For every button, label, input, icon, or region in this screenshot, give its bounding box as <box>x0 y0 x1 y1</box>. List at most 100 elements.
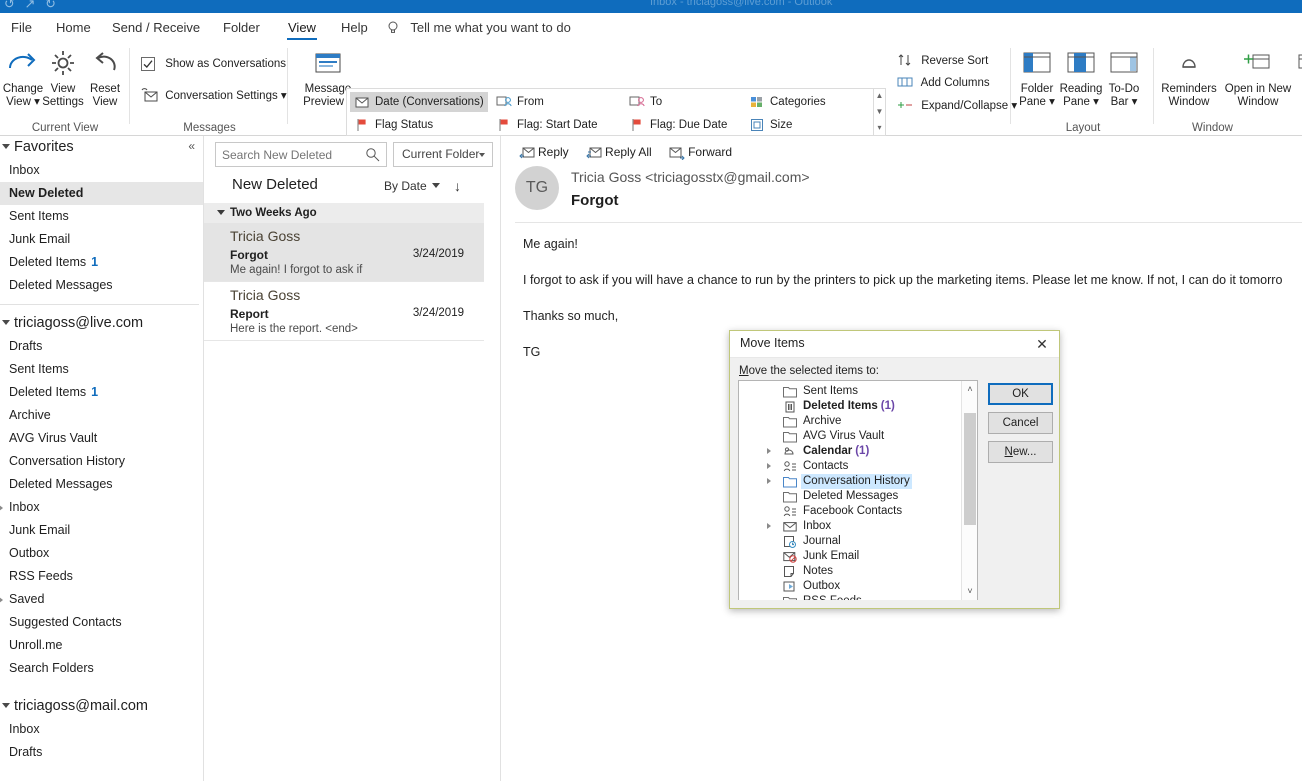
gallery-scroll-down-icon[interactable]: ▼ <box>874 105 885 121</box>
search-box[interactable] <box>215 142 387 167</box>
tree-horizontal-scrollbar[interactable] <box>738 600 978 604</box>
arrangement-gallery-scroll[interactable]: ▲ ▼ ▾ <box>874 88 886 136</box>
tab-send-receive[interactable]: Send / Receive <box>101 13 211 42</box>
folder-pane[interactable]: « Favorites Inbox New Deleted Sent Items… <box>0 136 204 781</box>
chevron-right-icon[interactable] <box>767 448 771 454</box>
tab-help[interactable]: Help <box>330 13 379 42</box>
tree-item-junk-email[interactable]: Junk Email <box>739 549 961 564</box>
sidebar-item-inbox-3[interactable]: Inbox <box>0 718 203 741</box>
scrollbar-thumb[interactable] <box>964 413 976 525</box>
scroll-up-icon[interactable]: ˄ <box>962 381 977 398</box>
ok-button[interactable]: OK <box>988 383 1053 405</box>
cancel-button[interactable]: Cancel <box>988 412 1053 434</box>
sidebar-section-favorites[interactable]: Favorites <box>0 136 203 159</box>
scroll-down-icon[interactable]: ˅ <box>962 583 977 600</box>
arrange-by-size[interactable]: Size <box>745 115 796 135</box>
tell-me-search[interactable]: Tell me what you want to do <box>386 13 571 42</box>
chevron-right-icon[interactable] <box>767 478 771 484</box>
sidebar-section-live-account[interactable]: triciagoss@live.com <box>0 312 203 335</box>
tree-item-contacts[interactable]: Contacts <box>739 459 961 474</box>
tree-item-calendar[interactable]: Calendar (1) <box>739 444 961 459</box>
sidebar-item-deleted-items[interactable]: Deleted Items 1 <box>0 251 203 274</box>
sidebar-item-avg-virus-vault[interactable]: AVG Virus Vault <box>0 427 203 450</box>
show-as-conversations-checkbox[interactable]: Show as Conversations <box>141 56 286 72</box>
tree-item-journal[interactable]: Journal <box>739 534 961 549</box>
sidebar-item-junk-email[interactable]: Junk Email <box>0 228 203 251</box>
sidebar-item-inbox[interactable]: Inbox <box>0 159 203 182</box>
arrange-by-date-conversations[interactable]: Date (Conversations) <box>350 92 488 112</box>
sidebar-item-new-deleted[interactable]: New Deleted <box>0 182 203 205</box>
sidebar-item-archive[interactable]: Archive <box>0 404 203 427</box>
reply-button[interactable]: Reply <box>519 145 569 162</box>
chevron-right-icon[interactable] <box>767 463 771 469</box>
reset-view-button[interactable]: Reset View <box>77 46 133 109</box>
tree-scrollbar[interactable]: ˄ ˅ <box>961 381 977 600</box>
sidebar-item-junk-email-2[interactable]: Junk Email <box>0 519 203 542</box>
expand-collapse-button[interactable]: Expand/Collapse ▾ <box>897 97 1017 113</box>
tree-item-deleted-messages[interactable]: Deleted Messages <box>739 489 961 504</box>
sidebar-item-deleted-messages-2[interactable]: Deleted Messages <box>0 473 203 496</box>
sidebar-item-sent-items[interactable]: Sent Items <box>0 205 203 228</box>
tree-item-notes[interactable]: Notes <box>739 564 961 579</box>
tree-item-inbox[interactable]: Inbox <box>739 519 961 534</box>
reverse-sort-button[interactable]: Reverse Sort <box>897 52 988 68</box>
sidebar-item-deleted-items-2[interactable]: Deleted Items 1 <box>0 381 203 404</box>
tab-folder[interactable]: Folder <box>212 13 271 42</box>
table-row[interactable]: Tricia Goss Forgot Me again! I forgot to… <box>204 223 484 281</box>
folder-pane-button[interactable]: Folder Pane ▾ <box>1014 46 1060 109</box>
tree-item-avg-virus-vault[interactable]: AVG Virus Vault <box>739 429 961 444</box>
quick-access-toolbar[interactable]: ↺ ↗ ↻ <box>4 0 59 12</box>
tree-item-sent-items[interactable]: Sent Items <box>739 384 961 399</box>
chevron-right-icon[interactable] <box>767 523 771 529</box>
search-input[interactable] <box>222 143 358 166</box>
tree-item-archive[interactable]: Archive <box>739 414 961 429</box>
sidebar-item-drafts[interactable]: Drafts <box>0 335 203 358</box>
arrange-by-flag-status[interactable]: Flag Status <box>350 115 437 135</box>
sort-direction-button[interactable]: ↓ <box>454 178 461 194</box>
sidebar-section-mail-account[interactable]: triciagoss@mail.com <box>0 695 203 718</box>
conversation-settings-button[interactable]: Conversation Settings ▾ <box>141 88 287 104</box>
arrange-by-from[interactable]: From <box>492 92 548 112</box>
table-row[interactable]: Tricia Goss Report Here is the report. <… <box>204 282 484 340</box>
arrange-by-flag-start-date[interactable]: Flag: Start Date <box>492 115 602 135</box>
to-do-bar-button[interactable]: To-Do Bar ▾ <box>1102 46 1146 109</box>
forward-button[interactable]: Forward <box>669 145 732 162</box>
close-all-items-button[interactable]: C All <box>1291 46 1302 109</box>
tab-file[interactable]: File <box>0 13 43 42</box>
sidebar-item-deleted-messages[interactable]: Deleted Messages <box>0 274 203 297</box>
sidebar-item-rss-feeds[interactable]: RSS Feeds <box>0 565 203 588</box>
reply-all-button[interactable]: Reply All <box>586 145 652 162</box>
tree-item-conversation-history[interactable]: Conversation History <box>739 474 961 489</box>
close-icon[interactable]: ✕ <box>1031 334 1053 354</box>
sidebar-item-unroll-me[interactable]: Unroll.me <box>0 634 203 657</box>
arrange-by-to[interactable]: To <box>625 92 666 112</box>
gallery-more-icon[interactable]: ▾ <box>874 121 885 137</box>
reminders-window-button[interactable]: Reminders Window <box>1155 46 1223 109</box>
tree-item-deleted-items[interactable]: Deleted Items (1) <box>739 399 961 414</box>
sidebar-item-drafts-2[interactable]: Drafts <box>0 741 203 764</box>
search-icon[interactable] <box>365 147 380 165</box>
add-columns-button[interactable]: Add Columns <box>897 74 990 90</box>
tree-item-outbox[interactable]: Outbox <box>739 579 961 594</box>
tab-view[interactable]: View <box>277 13 327 42</box>
notes-icon <box>783 565 797 578</box>
arrange-by-categories[interactable]: Categories <box>745 92 830 112</box>
sidebar-item-sent-items-2[interactable]: Sent Items <box>0 358 203 381</box>
new-folder-button[interactable]: New... <box>988 441 1053 463</box>
sidebar-item-conversation-history[interactable]: Conversation History <box>0 450 203 473</box>
reading-pane-button[interactable]: Reading Pane ▾ <box>1058 46 1104 109</box>
sidebar-item-inbox-2[interactable]: Inbox <box>0 496 203 519</box>
sidebar-item-saved[interactable]: Saved <box>0 588 203 611</box>
sidebar-item-suggested-contacts[interactable]: Suggested Contacts <box>0 611 203 634</box>
tree-item-facebook-contacts[interactable]: Facebook Contacts <box>739 504 961 519</box>
folder-tree[interactable]: Sent Items Deleted Items (1) Archive AVG … <box>738 380 978 601</box>
tab-home[interactable]: Home <box>45 13 102 42</box>
sort-by-dropdown[interactable]: By Date <box>384 179 440 193</box>
search-scope-dropdown[interactable]: Current Folder <box>393 142 493 167</box>
gallery-scroll-up-icon[interactable]: ▲ <box>874 89 885 105</box>
arrange-by-flag-due-date[interactable]: Flag: Due Date <box>625 115 731 135</box>
sidebar-item-outbox[interactable]: Outbox <box>0 542 203 565</box>
sidebar-item-search-folders[interactable]: Search Folders <box>0 657 203 680</box>
open-in-new-window-button[interactable]: Open in New Window <box>1221 46 1295 109</box>
message-group-header[interactable]: Two Weeks Ago <box>204 203 484 223</box>
